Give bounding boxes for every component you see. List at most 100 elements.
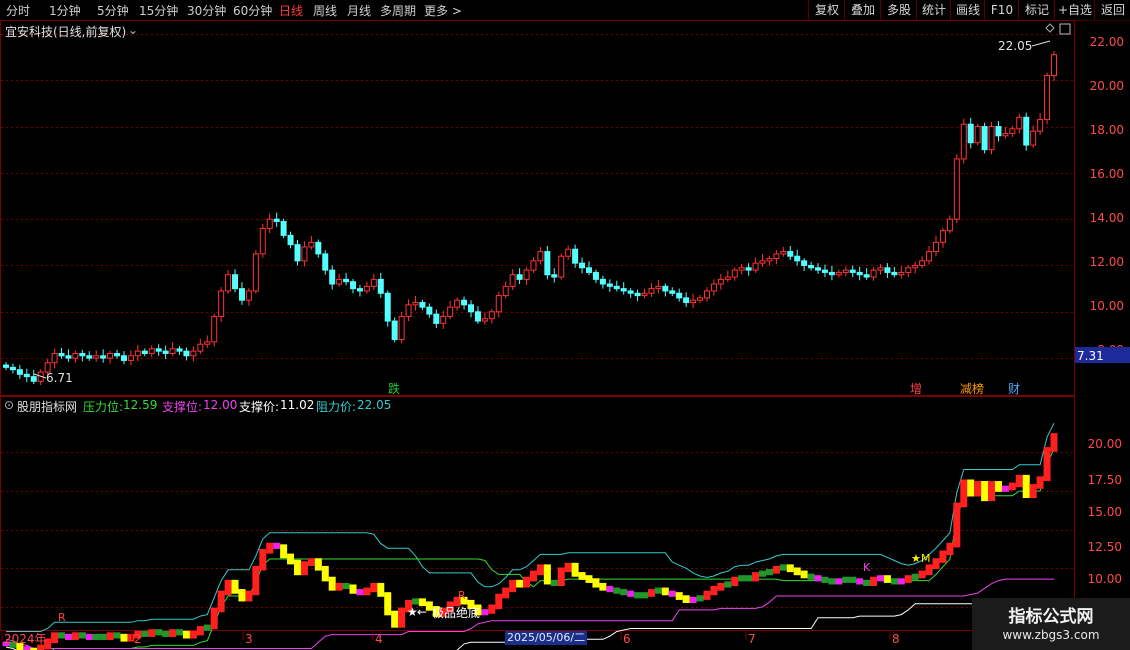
price-axis: 22.00 20.00 18.00 16.00 14.00 12.00 10.0… xyxy=(1090,35,1124,357)
indicator-block xyxy=(245,590,253,602)
candle-body xyxy=(905,267,912,273)
candle-body xyxy=(245,290,252,301)
candle-body xyxy=(107,352,114,359)
indicator-block xyxy=(689,596,697,603)
support-value: 12.00 xyxy=(203,398,238,412)
indicator-menu-icon[interactable]: ⊙ xyxy=(4,398,14,412)
panel-toggle-icon[interactable] xyxy=(1059,23,1071,35)
diamond-icon[interactable] xyxy=(1045,23,1055,33)
candle-body xyxy=(953,158,960,220)
candle-body xyxy=(30,376,37,382)
candle-body xyxy=(773,253,780,260)
date-tick: 4 xyxy=(375,632,383,646)
candle-body xyxy=(440,315,447,324)
indicator-block xyxy=(890,578,898,585)
price-tick: 14.00 xyxy=(1090,211,1124,225)
candle-body xyxy=(23,373,30,378)
candle-body xyxy=(488,311,495,320)
indicator-block xyxy=(946,542,954,556)
indicator-block xyxy=(994,481,1002,492)
indicator-block xyxy=(821,576,829,583)
indicator-block xyxy=(800,570,808,579)
event-marker[interactable]: 财 xyxy=(1008,380,1020,397)
candle-body xyxy=(592,271,599,280)
indicator-block xyxy=(883,575,891,583)
candle-body xyxy=(766,258,773,262)
candlesticks xyxy=(3,51,1057,385)
candle-body xyxy=(877,267,884,271)
watermark: 指标公式网 www.zbgs3.com xyxy=(972,598,1130,650)
indicator-block xyxy=(280,544,288,559)
candle-body xyxy=(502,285,509,297)
candle-body xyxy=(891,271,898,276)
candle-body xyxy=(509,274,516,287)
chevron-down-icon[interactable]: ⌄ xyxy=(128,23,138,37)
event-marker[interactable]: 增 xyxy=(910,380,922,397)
candle-body xyxy=(190,350,197,357)
event-marker[interactable]: 跌 xyxy=(388,380,400,397)
candle-body xyxy=(1009,128,1016,134)
pressure-value: 12.59 xyxy=(123,398,158,412)
candle-body xyxy=(794,255,801,262)
indicator-block xyxy=(606,586,614,593)
indicator-block xyxy=(370,582,378,593)
candle-body xyxy=(1030,130,1037,146)
indicator-block xyxy=(772,565,780,574)
candle-body xyxy=(613,285,620,290)
candle-body xyxy=(259,227,266,255)
candle-body xyxy=(169,348,176,354)
candle-body xyxy=(370,278,377,287)
candle-body xyxy=(1044,75,1051,121)
indicator-block xyxy=(842,576,850,583)
indicator-block xyxy=(1015,474,1023,488)
candle-body xyxy=(530,260,537,271)
candle-body xyxy=(988,126,995,151)
indicator-block xyxy=(78,632,86,639)
candle-body xyxy=(176,348,183,352)
candle-body xyxy=(717,278,724,285)
candle-body xyxy=(884,267,891,273)
indicator-blocks xyxy=(2,433,1058,650)
candle-body xyxy=(120,355,127,361)
kline-chart[interactable]: 22.00 20.00 18.00 16.00 14.00 12.00 10.0… xyxy=(0,0,1130,650)
candle-body xyxy=(572,248,579,264)
indicator-block xyxy=(300,561,308,576)
indicator-block xyxy=(911,573,919,580)
indicator-block xyxy=(974,481,982,497)
candle-body xyxy=(495,295,502,313)
candle-body xyxy=(183,350,190,357)
candle-body xyxy=(808,264,815,269)
candle-body xyxy=(919,260,926,266)
indicator-block xyxy=(71,632,79,641)
indicator-block xyxy=(613,587,621,594)
candle-body xyxy=(329,269,336,285)
candle-body xyxy=(863,274,870,278)
pressure-line xyxy=(52,449,1055,650)
support-price-label: 支撑价: xyxy=(239,400,280,414)
candle-body xyxy=(1002,132,1009,137)
candle-body xyxy=(474,311,481,322)
candle-body xyxy=(162,350,169,354)
candle-body xyxy=(599,278,606,285)
price-tick: 18.00 xyxy=(1090,123,1124,137)
arrow-icon: ← xyxy=(417,605,427,619)
indicator-block xyxy=(162,630,170,637)
candle-body xyxy=(58,352,65,357)
candle-body xyxy=(752,262,759,271)
indicator-block xyxy=(342,582,350,590)
indicator-block xyxy=(23,646,31,650)
support-label: 支撑位: xyxy=(162,400,203,414)
indicator-block xyxy=(141,630,149,637)
indicator-tick: 20.00 xyxy=(1088,437,1122,451)
indicator-block xyxy=(752,572,760,582)
candle-body xyxy=(454,299,461,308)
candle-body xyxy=(787,251,794,257)
candle-body xyxy=(100,355,107,359)
candle-body xyxy=(356,288,363,292)
candle-body xyxy=(933,241,940,253)
candle-body xyxy=(946,218,953,232)
candle-body xyxy=(9,366,16,371)
event-marker[interactable]: 减榜 xyxy=(960,380,984,397)
indicator-block xyxy=(717,582,725,591)
indicator-block xyxy=(252,565,260,596)
